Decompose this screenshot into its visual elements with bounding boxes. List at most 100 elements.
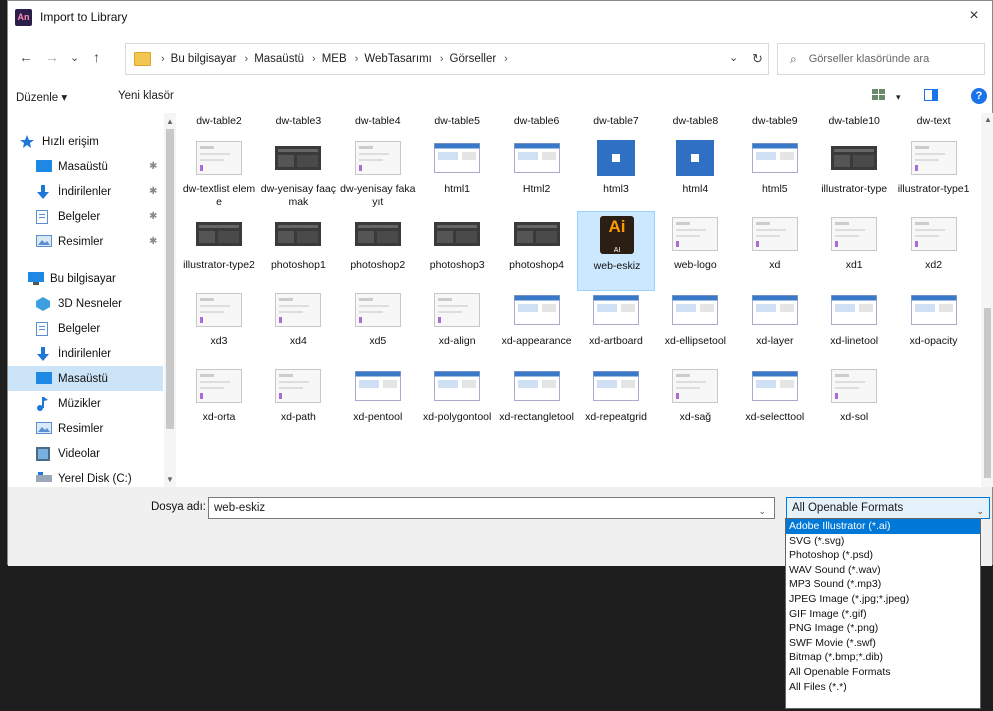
sidebar-item-this-pc[interactable]: Bu bilgisayar bbox=[8, 266, 163, 291]
file-type-option[interactable]: PNG Image (*.png) bbox=[786, 621, 980, 636]
file-item[interactable]: photoshop1 bbox=[259, 211, 337, 291]
preview-pane-icon[interactable] bbox=[924, 89, 938, 104]
file-item[interactable]: dw-yenisay faaçmak bbox=[259, 135, 337, 215]
file-item[interactable]: xd-sağ bbox=[656, 363, 734, 443]
file-item[interactable]: dw-yenisay fakayıt bbox=[339, 135, 417, 215]
file-item[interactable]: xd-sol bbox=[815, 363, 893, 443]
file-type-option[interactable]: JPEG Image (*.jpg;*.jpeg) bbox=[786, 592, 980, 607]
navigation-scrollbar[interactable]: ▲ ▼ bbox=[164, 113, 176, 487]
address-history-chevron-icon[interactable]: ⌄ bbox=[729, 51, 738, 64]
file-label-partial[interactable]: dw-table10 bbox=[815, 115, 893, 127]
file-item[interactable]: xd-layer bbox=[736, 287, 814, 367]
file-item[interactable]: illustrator-type1 bbox=[895, 135, 973, 215]
file-item[interactable]: xd-opacity bbox=[895, 287, 973, 367]
view-options-icon[interactable] bbox=[872, 89, 886, 104]
chevron-down-icon[interactable]: ⌄ bbox=[758, 501, 766, 521]
address-bar[interactable]: › Bu bilgisayar › Masaüstü › MEB › WebTa… bbox=[125, 43, 769, 75]
breadcrumb-item[interactable]: MEB bbox=[322, 53, 347, 65]
file-item[interactable]: illustrator-type bbox=[815, 135, 893, 215]
file-item[interactable]: illustrator-type2 bbox=[180, 211, 258, 291]
forward-arrow-icon[interactable]: → bbox=[45, 49, 59, 65]
file-item[interactable]: xd-repeatgrid bbox=[577, 363, 655, 443]
sidebar-item-documents-pinned[interactable]: Belgeler ✱ bbox=[8, 204, 163, 229]
file-item[interactable]: photoshop2 bbox=[339, 211, 417, 291]
file-type-option[interactable]: All Openable Formats bbox=[786, 665, 980, 680]
search-input[interactable]: ⌕ Görseller klasöründe ara bbox=[777, 43, 985, 75]
file-item[interactable]: xd-appearance bbox=[498, 287, 576, 367]
file-label-partial[interactable]: dw-table2 bbox=[180, 115, 258, 127]
sidebar-item-pictures-pinned[interactable]: Resimler ✱ bbox=[8, 229, 163, 254]
breadcrumb-item[interactable]: Görseller bbox=[450, 53, 497, 65]
file-item-selected[interactable]: Ai AI web-eskiz bbox=[577, 211, 655, 291]
file-item[interactable]: Html2 bbox=[498, 135, 576, 215]
file-item[interactable]: xd5 bbox=[339, 287, 417, 367]
file-item[interactable]: xd bbox=[736, 211, 814, 291]
help-icon[interactable]: ? bbox=[971, 88, 987, 104]
file-item[interactable]: html3 bbox=[577, 135, 655, 215]
organize-button[interactable]: Düzenle ▾ bbox=[16, 90, 67, 104]
sidebar-item-desktop-pinned[interactable]: Masaüstü ✱ bbox=[8, 154, 163, 179]
scroll-down-icon[interactable]: ▼ bbox=[166, 475, 174, 484]
file-type-option[interactable]: GIF Image (*.gif) bbox=[786, 607, 980, 622]
scroll-up-icon[interactable]: ▲ bbox=[984, 115, 992, 124]
scrollbar-thumb[interactable] bbox=[984, 308, 991, 478]
close-icon[interactable]: × bbox=[964, 7, 984, 25]
breadcrumb-item[interactable]: Bu bilgisayar bbox=[171, 53, 237, 65]
file-type-option[interactable]: MP3 Sound (*.mp3) bbox=[786, 577, 980, 592]
sidebar-item-videos[interactable]: Videolar bbox=[8, 441, 163, 466]
breadcrumb-item[interactable]: Masaüstü bbox=[254, 53, 304, 65]
scrollbar-thumb[interactable] bbox=[166, 129, 174, 429]
recent-locations-icon[interactable]: ⌄ bbox=[70, 51, 79, 64]
file-item[interactable]: html5 bbox=[736, 135, 814, 215]
file-item[interactable]: html1 bbox=[418, 135, 496, 215]
back-arrow-icon[interactable]: ← bbox=[19, 49, 33, 65]
file-type-option[interactable]: WAV Sound (*.wav) bbox=[786, 563, 980, 578]
new-folder-button[interactable]: Yeni klasör bbox=[118, 90, 174, 102]
file-item[interactable]: html4 bbox=[656, 135, 734, 215]
file-item[interactable]: xd-polygontool bbox=[418, 363, 496, 443]
file-label-partial[interactable]: dw-text bbox=[895, 115, 973, 127]
file-label-partial[interactable]: dw-table6 bbox=[498, 115, 576, 127]
filename-input[interactable]: web-eskiz ⌄ bbox=[208, 497, 775, 519]
sidebar-item-quick-access[interactable]: Hızlı erişim bbox=[8, 129, 163, 154]
file-item[interactable]: dw-textlist eleme bbox=[180, 135, 258, 215]
file-type-option[interactable]: Photoshop (*.psd) bbox=[786, 548, 980, 563]
breadcrumb-item[interactable]: WebTasarımı bbox=[364, 53, 432, 65]
sidebar-item-pictures[interactable]: Resimler bbox=[8, 416, 163, 441]
sidebar-item-downloads[interactable]: İndirilenler bbox=[8, 341, 163, 366]
file-type-option[interactable]: Adobe Illustrator (*.ai) bbox=[786, 519, 980, 534]
sidebar-item-desktop-selected[interactable]: Masaüstü bbox=[8, 366, 163, 391]
file-item[interactable]: xd-path bbox=[259, 363, 337, 443]
file-item[interactable]: xd-rectangletool bbox=[498, 363, 576, 443]
file-type-select[interactable]: All Openable Formats ⌄ bbox=[786, 497, 990, 519]
file-item[interactable]: xd2 bbox=[895, 211, 973, 291]
file-label-partial[interactable]: dw-table5 bbox=[418, 115, 496, 127]
refresh-icon[interactable]: ↻ bbox=[752, 51, 763, 67]
file-grid-scrollbar[interactable]: ▲ bbox=[981, 113, 993, 487]
file-item[interactable]: xd1 bbox=[815, 211, 893, 291]
file-item[interactable]: xd-selecttool bbox=[736, 363, 814, 443]
file-label-partial[interactable]: dw-table8 bbox=[656, 115, 734, 127]
sidebar-item-downloads-pinned[interactable]: İndirilenler ✱ bbox=[8, 179, 163, 204]
scroll-up-icon[interactable]: ▲ bbox=[166, 117, 174, 126]
file-item[interactable]: photoshop3 bbox=[418, 211, 496, 291]
file-item[interactable]: xd-align bbox=[418, 287, 496, 367]
sidebar-item-local-disk[interactable]: Yerel Disk (C:) bbox=[8, 466, 163, 487]
file-item[interactable]: xd-linetool bbox=[815, 287, 893, 367]
sidebar-item-music[interactable]: Müzikler bbox=[8, 391, 163, 416]
file-item[interactable]: xd-ellipsetool bbox=[656, 287, 734, 367]
file-type-option[interactable]: SWF Movie (*.swf) bbox=[786, 636, 980, 651]
view-dropdown-icon[interactable]: ▾ bbox=[896, 92, 901, 103]
file-label-partial[interactable]: dw-table7 bbox=[577, 115, 655, 127]
sidebar-item-3d-objects[interactable]: 3D Nesneler bbox=[8, 291, 163, 316]
file-item[interactable]: xd-pentool bbox=[339, 363, 417, 443]
file-item[interactable]: xd3 bbox=[180, 287, 258, 367]
file-item[interactable]: xd-orta bbox=[180, 363, 258, 443]
file-label-partial[interactable]: dw-table9 bbox=[736, 115, 814, 127]
file-item[interactable]: web-logo bbox=[656, 211, 734, 291]
file-label-partial[interactable]: dw-table3 bbox=[259, 115, 337, 127]
file-type-option[interactable]: All Files (*.*) bbox=[786, 680, 980, 695]
file-item[interactable]: photoshop4 bbox=[498, 211, 576, 291]
file-label-partial[interactable]: dw-table4 bbox=[339, 115, 417, 127]
file-item[interactable]: xd-artboard bbox=[577, 287, 655, 367]
